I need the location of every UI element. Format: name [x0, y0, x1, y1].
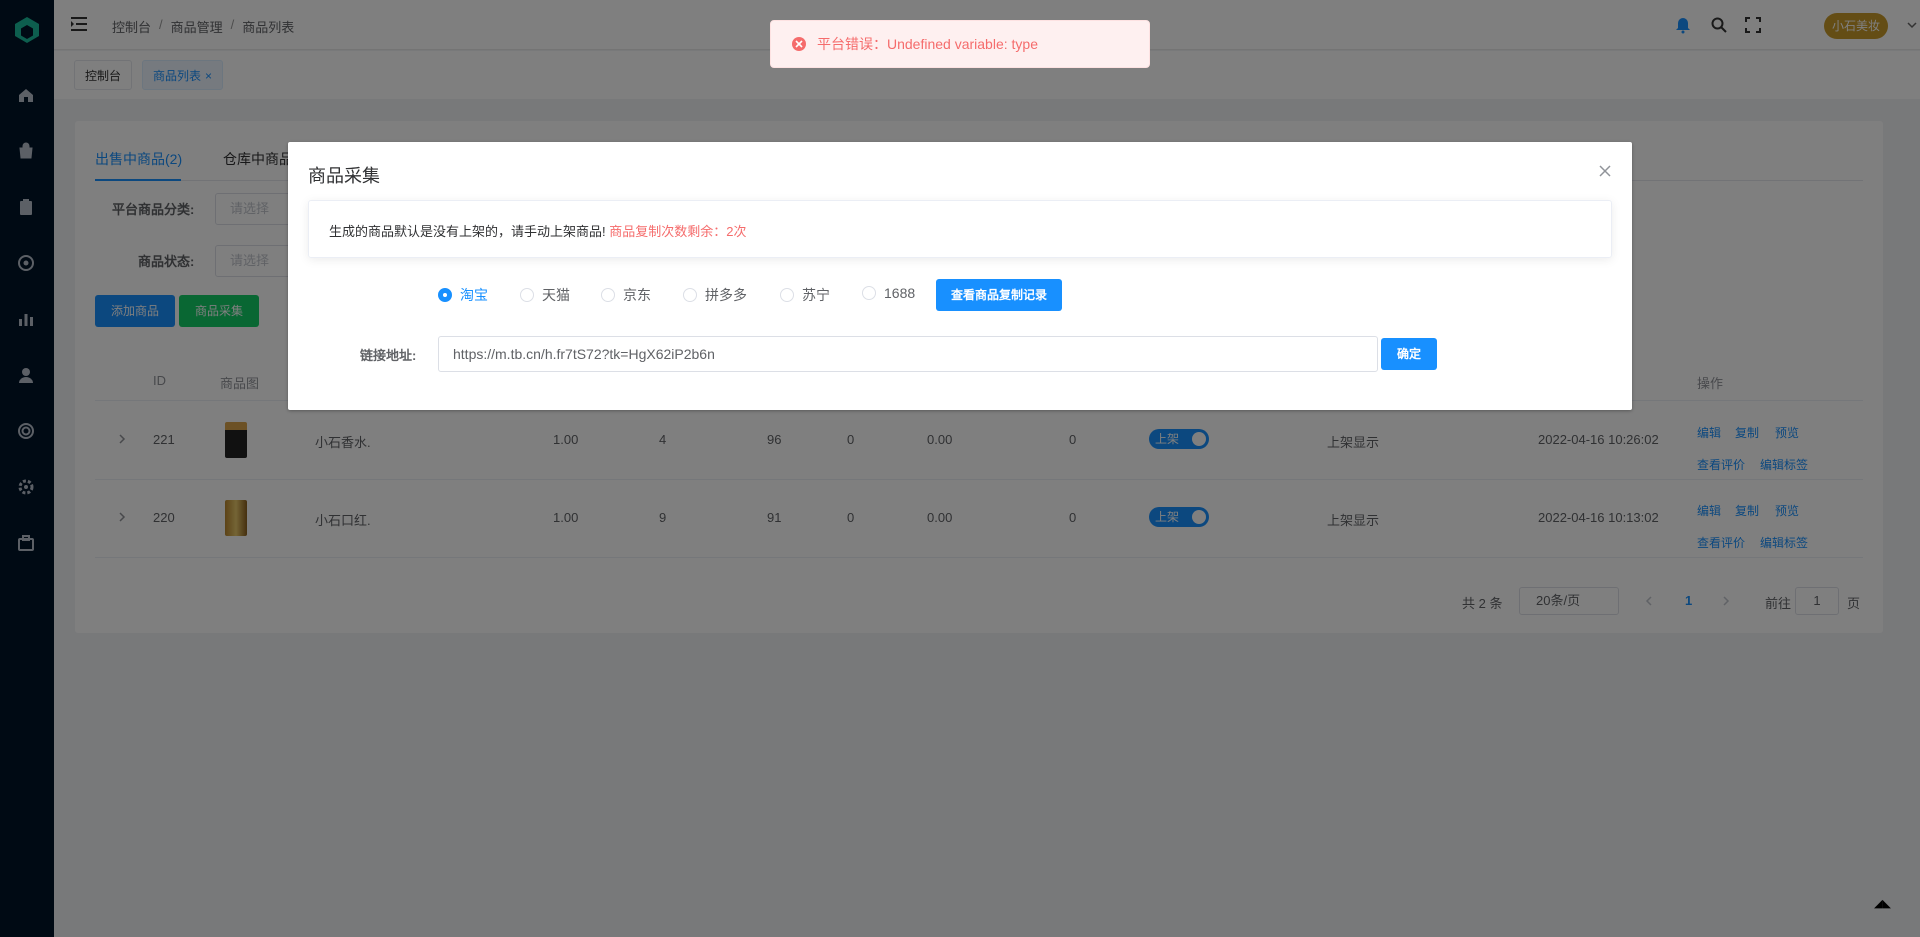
radio-1688[interactable]: 1688: [862, 285, 915, 301]
radio-label: 天猫: [542, 287, 570, 303]
dialog-title: 商品采集: [308, 166, 380, 186]
goods-collect-dialog: 商品采集 生成的商品默认是没有上架的，请手动上架商品! 商品复制次数剩余：2次 …: [288, 142, 1632, 410]
close-icon[interactable]: [1598, 164, 1612, 178]
radio-label: 京东: [623, 287, 651, 303]
radio-suning[interactable]: 苏宁: [780, 285, 830, 305]
corner-mark-icon: ◢◣: [1874, 898, 1891, 910]
radio-label: 1688: [884, 285, 916, 301]
radio-dot: [780, 288, 794, 302]
radio-tmall[interactable]: 天猫: [520, 285, 570, 305]
radio-taobao[interactable]: 淘宝: [438, 285, 488, 305]
radio-label: 苏宁: [802, 287, 830, 303]
modal-overlay[interactable]: [0, 0, 1920, 937]
radio-jd[interactable]: 京东: [601, 285, 651, 305]
url-input[interactable]: https://m.tb.cn/h.fr7tS72?tk=HgX62iP2b6n: [438, 336, 1378, 372]
radio-label: 拼多多: [705, 287, 747, 303]
radio-dot: [438, 288, 452, 302]
radio-dot: [683, 288, 697, 302]
notice-text: 生成的商品默认是没有上架的，请手动上架商品!: [329, 224, 606, 239]
radio-dot: [862, 286, 876, 300]
error-toast: 平台错误：Undefined variable: type: [770, 20, 1150, 68]
radio-label: 淘宝: [460, 287, 488, 303]
notice-box: 生成的商品默认是没有上架的，请手动上架商品! 商品复制次数剩余：2次: [308, 200, 1612, 258]
radio-dot: [520, 288, 534, 302]
radio-dot: [601, 288, 615, 302]
view-copy-records-button[interactable]: 查看商品复制记录: [936, 279, 1063, 311]
radio-pinduoduo[interactable]: 拼多多: [683, 285, 747, 305]
toast-message: 平台错误：Undefined variable: type: [817, 36, 1038, 52]
url-label: 链接地址:: [360, 348, 417, 363]
confirm-button[interactable]: 确定: [1381, 338, 1438, 370]
error-circle-icon: [792, 37, 806, 51]
remaining-copies-warning: 商品复制次数剩余：2次: [609, 224, 747, 239]
